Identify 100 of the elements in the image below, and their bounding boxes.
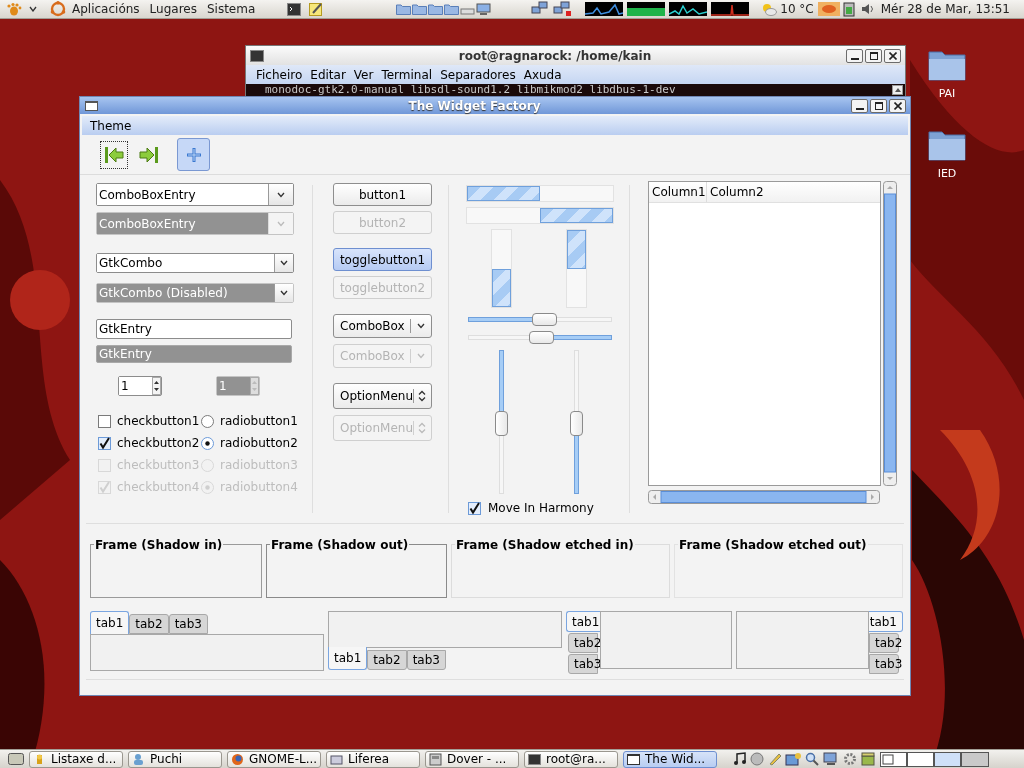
go-last-icon — [138, 144, 159, 165]
music-note-icon[interactable] — [733, 752, 747, 766]
taskbar-button[interactable]: Liferea — [326, 750, 420, 768]
taskbar-button[interactable]: Listaxe d... — [29, 750, 123, 768]
combo-box[interactable]: ComboBox — [333, 314, 432, 338]
chevron-down-icon — [280, 290, 288, 296]
horizontal-scrollbar[interactable] — [648, 490, 880, 504]
folder-icon[interactable] — [412, 3, 428, 15]
window-title: The Widget Factory — [407, 97, 542, 115]
tab[interactable]: tab2 — [367, 650, 407, 670]
vertical-scrollbar[interactable] — [883, 181, 897, 486]
tab[interactable]: tab1 — [869, 611, 903, 632]
up-down-icon — [418, 422, 427, 434]
monitor-icon[interactable] — [476, 3, 492, 15]
slider-thumb[interactable] — [495, 410, 508, 436]
slider-thumb[interactable] — [570, 410, 583, 436]
column-header[interactable]: Column2 — [707, 182, 880, 202]
checkbox[interactable] — [98, 414, 111, 428]
menu-item[interactable]: Ficheiro — [252, 65, 307, 84]
spin-button[interactable]: 1 — [118, 376, 162, 396]
text-entry: GtkEntry — [96, 345, 292, 363]
toggle-button[interactable]: togglebutton1 — [333, 248, 432, 271]
arrow-up-icon — [894, 88, 901, 92]
folder-icon[interactable] — [396, 3, 412, 15]
go-first-icon — [103, 144, 124, 165]
combo-box-entry[interactable]: ComboBoxEntry — [96, 183, 294, 206]
checkbox-label[interactable]: Move In Harmony — [488, 499, 594, 517]
folder-icon[interactable] — [428, 3, 444, 15]
checkbox[interactable] — [468, 501, 481, 515]
taskbar-button[interactable]: GNOME-L... — [227, 750, 321, 768]
radio-label[interactable]: radiobutton1 — [220, 412, 298, 430]
show-desktop-icon[interactable] — [8, 752, 24, 766]
window-title: root@ragnarock: /home/kain — [457, 47, 653, 65]
puzzle-icon[interactable] — [785, 752, 801, 766]
tab[interactable]: tab3 — [568, 654, 598, 674]
taskbar-button[interactable]: Puchi — [128, 750, 222, 768]
menu-item[interactable]: Editar — [306, 65, 350, 84]
minimize-button[interactable] — [851, 98, 868, 113]
tab[interactable]: tab3 — [168, 614, 208, 634]
menu-item[interactable]: Terminal — [377, 65, 437, 84]
panel-clock[interactable]: Mér 28 de Mar, 13:51 — [880, 0, 1010, 18]
battery-icon[interactable] — [842, 1, 855, 17]
tab[interactable]: tab1 — [566, 611, 600, 632]
settings-icon[interactable] — [843, 752, 857, 766]
toolbar-button[interactable] — [97, 138, 130, 171]
panel-menu[interactable]: Lugares — [145, 0, 201, 18]
toggle-button: togglebutton2 — [333, 276, 432, 299]
checkbox-label[interactable]: checkbutton1 — [117, 412, 200, 430]
up-down-icon — [418, 390, 427, 402]
frame-label: Frame (Shadow etched out) — [678, 536, 868, 554]
checkbox-label[interactable]: checkbutton2 — [117, 434, 200, 452]
search-icon[interactable] — [805, 752, 819, 766]
workspace-switcher[interactable] — [880, 751, 990, 767]
combo-box-entry: ComboBoxEntry — [96, 212, 294, 235]
terminal-icon — [250, 49, 264, 62]
minimize-button[interactable] — [846, 48, 863, 63]
scroll-up-button[interactable] — [892, 85, 903, 95]
radio-button[interactable] — [201, 436, 214, 450]
close-button[interactable] — [884, 48, 901, 63]
taskbar-button[interactable]: The Wid... — [623, 750, 717, 768]
pen-icon[interactable] — [768, 752, 782, 766]
network-error-icon[interactable] — [553, 1, 574, 17]
tab[interactable]: tab2 — [129, 614, 169, 634]
menu-item[interactable]: Theme — [82, 116, 140, 135]
push-button[interactable]: button1 — [333, 183, 432, 206]
panel-menu[interactable]: Sistema — [202, 0, 260, 18]
column-header[interactable]: Column1 — [649, 182, 707, 202]
checkbox[interactable] — [98, 436, 111, 450]
maximize-button[interactable] — [870, 98, 887, 113]
slider-thumb[interactable] — [528, 331, 554, 344]
text-entry[interactable]: GtkEntry — [96, 319, 292, 339]
radio-label[interactable]: radiobutton2 — [220, 434, 298, 452]
terminal-icon[interactable] — [287, 2, 302, 16]
menu-item[interactable]: Ver — [349, 65, 378, 84]
monitor-graph — [669, 2, 708, 16]
radio-button[interactable] — [201, 414, 214, 428]
taskbar-button[interactable]: root@ra... — [524, 750, 618, 768]
fish-icon[interactable] — [817, 2, 840, 16]
caret-icon[interactable] — [29, 6, 37, 12]
close-button[interactable] — [889, 98, 906, 113]
tab[interactable]: tab3 — [406, 650, 446, 670]
tab[interactable]: tab2 — [568, 633, 598, 653]
volume-icon[interactable] — [860, 2, 875, 16]
tab[interactable]: tab1 — [90, 611, 130, 634]
computer-icon[interactable] — [823, 752, 839, 766]
frame-label: Frame (Shadow out) — [270, 536, 410, 554]
option-menu[interactable]: OptionMenu — [333, 383, 432, 409]
network-icon[interactable] — [531, 1, 550, 17]
menu-item[interactable]: Separadores — [436, 65, 520, 84]
taskbar-button[interactable]: Dover - ... — [425, 750, 519, 768]
folder-icon[interactable] — [444, 3, 460, 15]
tab[interactable]: tab1 — [328, 647, 368, 670]
slider-thumb[interactable] — [532, 313, 558, 326]
spin-arrows-icon — [152, 377, 161, 395]
combo-field[interactable]: GtkCombo — [96, 253, 294, 273]
maximize-button[interactable] — [865, 48, 882, 63]
notepad-icon[interactable] — [309, 2, 324, 16]
menu-item[interactable]: Axuda — [519, 65, 566, 84]
panel-menu[interactable]: Aplicacións — [68, 0, 144, 18]
box-icon[interactable] — [861, 752, 875, 766]
